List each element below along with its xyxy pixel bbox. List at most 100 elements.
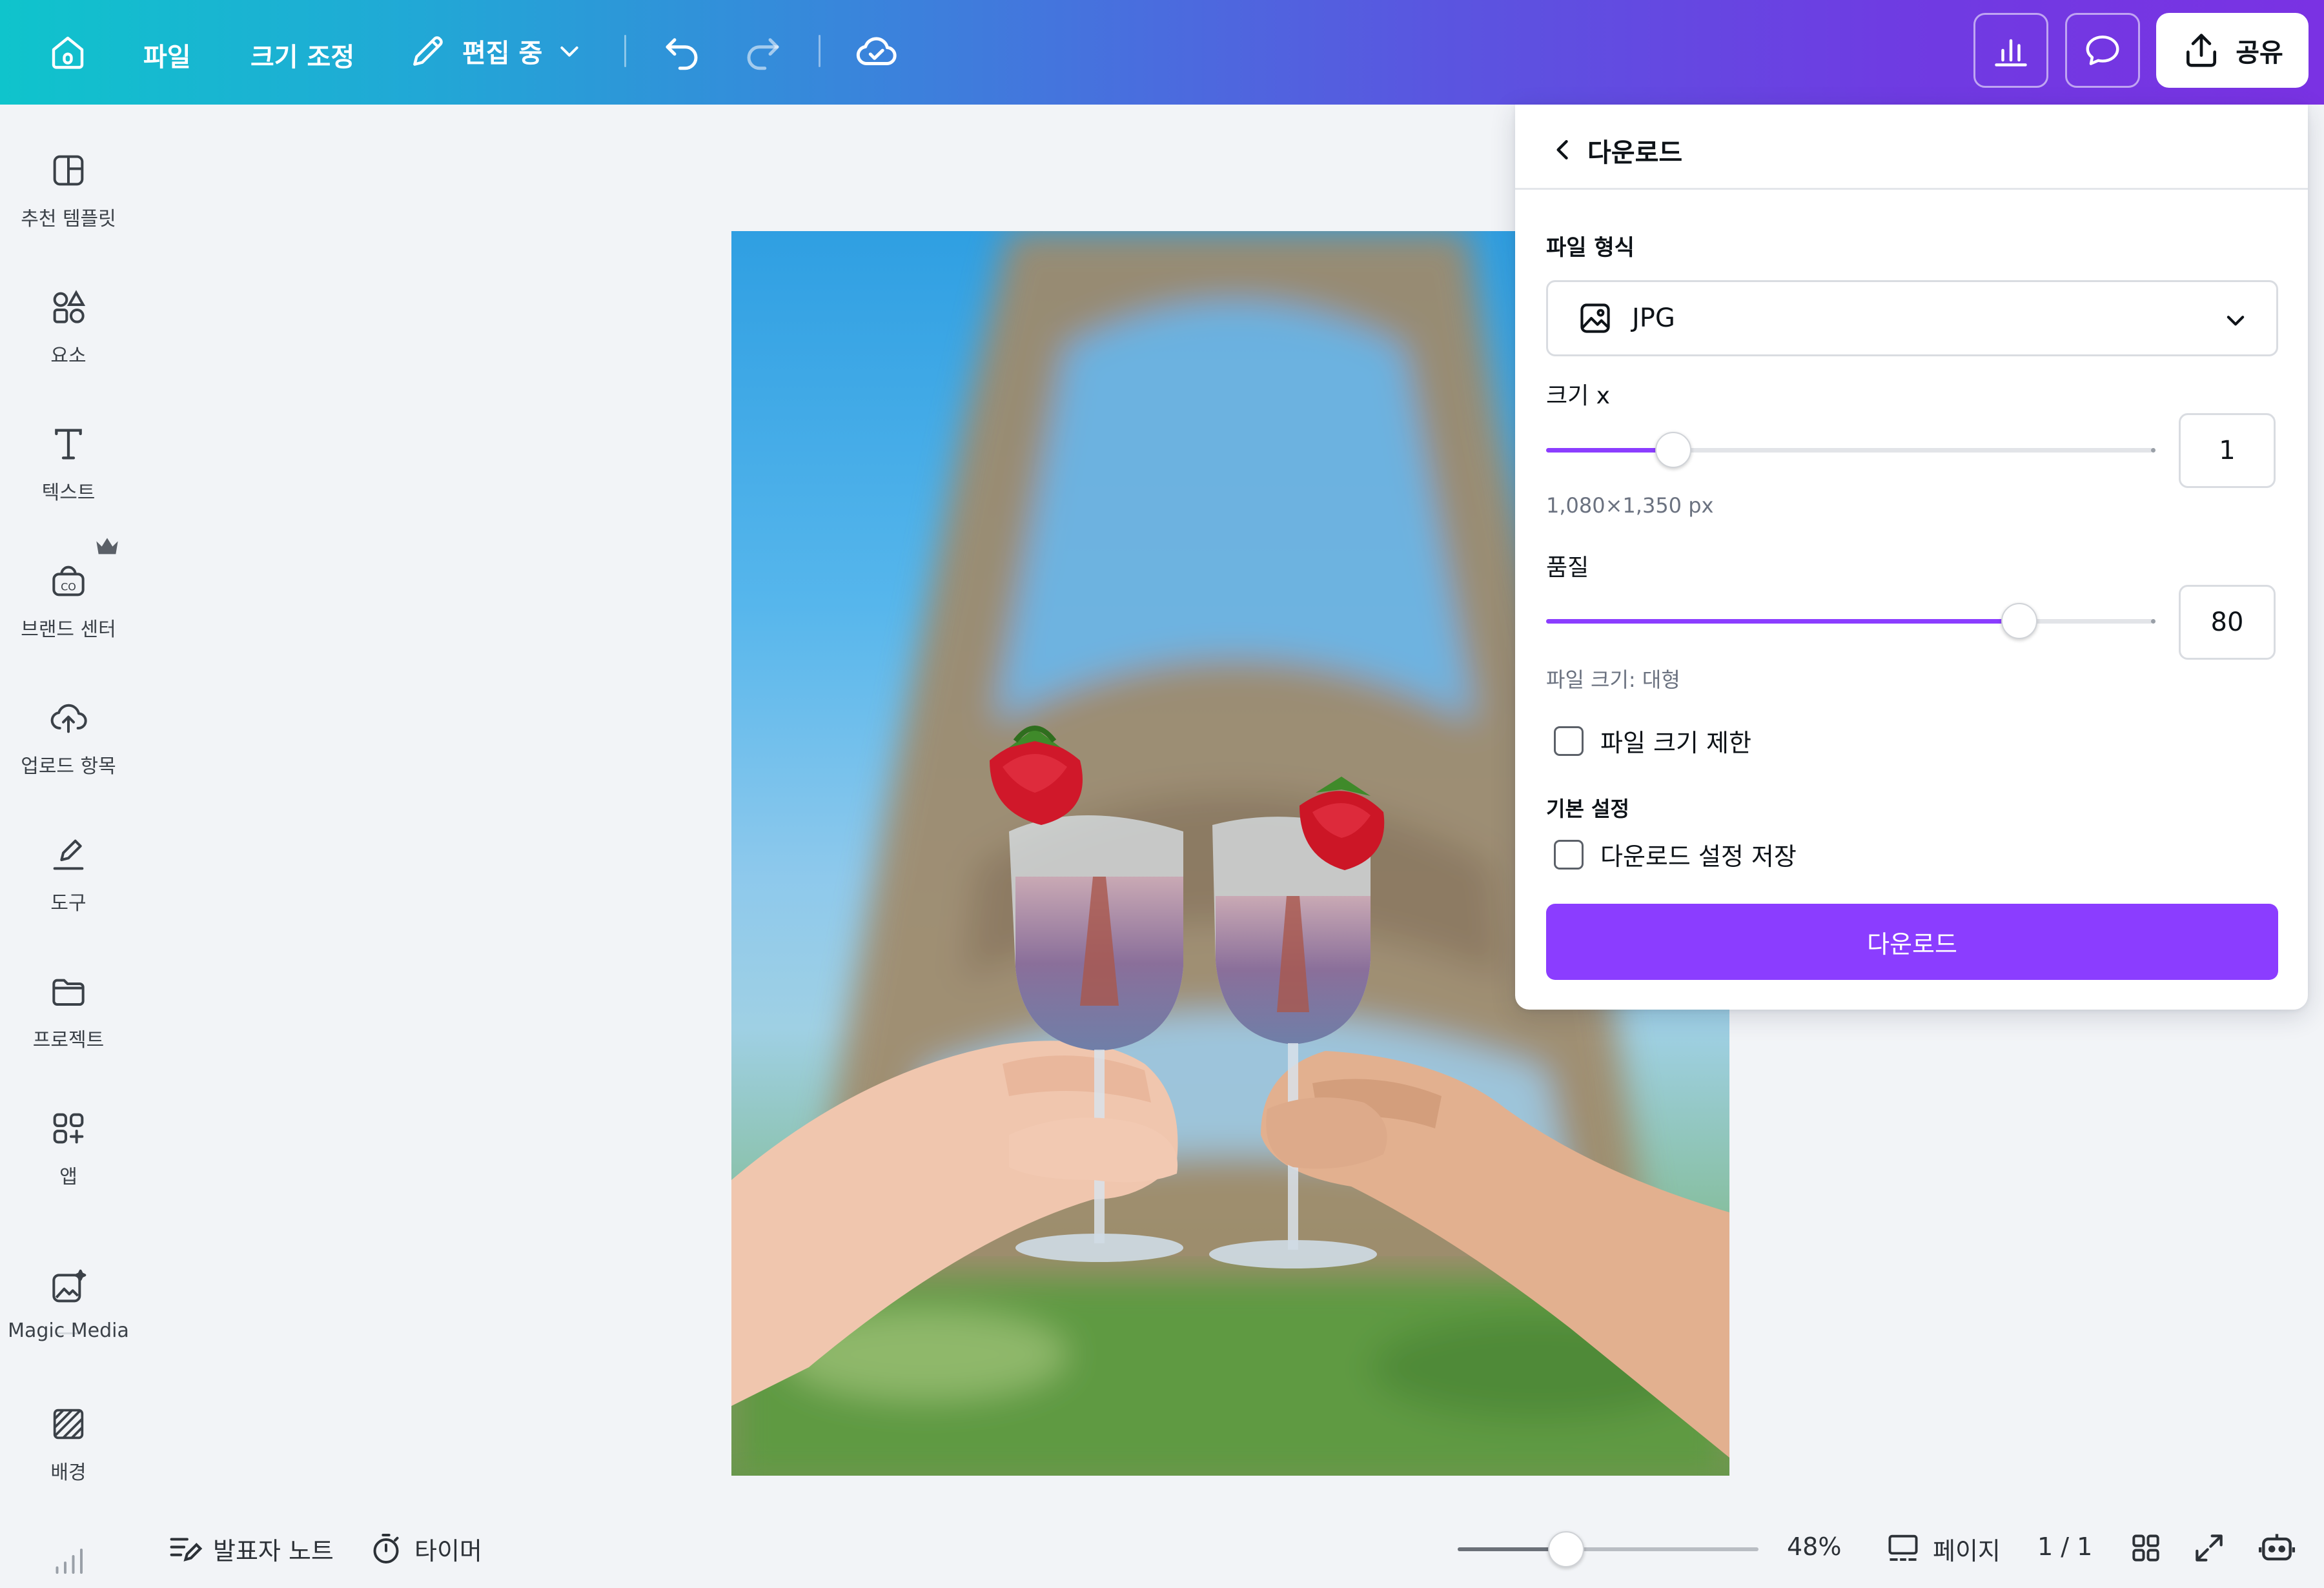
sidebar-item-label: 브랜드 센터 <box>21 618 116 641</box>
sidebar-item-label: Magic Media <box>8 1319 129 1342</box>
zoom-percent-button[interactable]: 48% <box>1787 1532 1841 1561</box>
redo-icon <box>747 38 779 70</box>
resize-menu-label: 크기 조정 <box>250 43 355 72</box>
size-slider[interactable] <box>1546 431 2156 469</box>
grid-view-button[interactable] <box>2128 1530 2164 1566</box>
size-slider-fill <box>1546 448 1674 453</box>
sidebar-item-elements[interactable]: 요소 <box>0 287 137 368</box>
toolbar-divider <box>624 35 626 67</box>
share-upload-icon <box>2186 34 2217 67</box>
file-menu-label: 파일 <box>143 43 191 72</box>
redo-button[interactable] <box>741 31 785 74</box>
comments-button[interactable] <box>2065 13 2140 88</box>
cloud-save-status[interactable] <box>853 30 899 75</box>
editing-mode-label: 편집 중 <box>462 39 543 68</box>
editing-mode-dropdown[interactable]: 편집 중 <box>408 31 582 71</box>
pencil-icon <box>413 36 443 66</box>
zoom-percent-value: 48% <box>1787 1532 1842 1561</box>
limit-file-size-option[interactable]: 파일 크기 제한 <box>1554 723 1751 758</box>
quality-label: 품질 <box>1546 555 1589 581</box>
fullscreen-button[interactable] <box>2191 1530 2227 1566</box>
sidebar-item-background[interactable]: 배경 <box>0 1403 137 1485</box>
panel-header: 다운로드 <box>1515 105 2308 190</box>
file-size-text: 파일 크기: 대형 <box>1546 667 1680 692</box>
dimensions-text: 1,080×1,350 px <box>1546 493 1714 518</box>
expand-icon <box>2196 1534 2223 1562</box>
toolbar-divider <box>819 35 821 67</box>
timer-button[interactable]: 타이머 <box>368 1530 482 1567</box>
home-button[interactable] <box>46 31 89 74</box>
defaults-heading: 기본 설정 <box>1546 797 1629 821</box>
sidebar-item-label: 텍스트 <box>41 482 96 504</box>
sidebar-item-label: 업로드 항목 <box>21 755 116 778</box>
save-settings-checkbox[interactable] <box>1554 839 1584 870</box>
page-count-value: 1 / 1 <box>2037 1532 2093 1561</box>
sidebar-item-label: 배경 <box>50 1461 87 1484</box>
cloud-check-icon <box>856 37 897 65</box>
sidebar-item-label: 앱 <box>59 1166 77 1188</box>
resize-menu[interactable]: 크기 조정 <box>250 36 354 74</box>
undo-button[interactable] <box>660 31 704 74</box>
image-icon <box>1580 303 1610 333</box>
sidebar-item-label: 추천 템플릿 <box>21 208 116 230</box>
panel-title: 다운로드 <box>1587 138 1683 168</box>
zoom-slider-handle[interactable] <box>1547 1531 1584 1567</box>
share-button[interactable]: 공유 <box>2156 13 2309 88</box>
quality-slider[interactable] <box>1546 602 2156 640</box>
file-menu[interactable]: 파일 <box>143 36 191 74</box>
template-icon <box>53 155 84 186</box>
size-input[interactable]: 1 <box>2179 413 2276 488</box>
sidebar-item-projects[interactable]: 프로젝트 <box>0 971 137 1052</box>
pages-button[interactable]: 페이지 <box>1884 1530 2001 1567</box>
chevron-down-icon <box>2227 316 2245 326</box>
presenter-notes-button[interactable]: 발표자 노트 <box>165 1530 334 1567</box>
brand-icon: CO <box>52 565 85 596</box>
elements-icon <box>53 290 86 323</box>
zoom-slider[interactable] <box>1458 1530 1758 1569</box>
download-button[interactable]: 다운로드 <box>1546 904 2278 980</box>
sidebar-item-uploads[interactable]: 업로드 항목 <box>0 697 137 779</box>
file-type-select[interactable]: JPG <box>1546 280 2278 356</box>
text-icon <box>55 429 82 460</box>
insights-button[interactable] <box>1973 13 2048 88</box>
magic-media-icon <box>52 1269 87 1303</box>
sidebar-item-tools[interactable]: 도구 <box>0 834 137 915</box>
size-label: 크기 x <box>1546 383 1610 409</box>
crown-icon <box>96 538 118 555</box>
sidebar-item-templates[interactable]: 추천 템플릿 <box>0 150 137 231</box>
sidebar-item-magic-media[interactable]: Magic Media <box>0 1267 137 1342</box>
quality-slider-fill <box>1546 619 2020 624</box>
timer-icon <box>373 1534 399 1563</box>
quality-slider-handle[interactable] <box>2001 603 2038 639</box>
apps-icon <box>53 1113 84 1144</box>
save-settings-label: 다운로드 설정 저장 <box>1600 842 1797 871</box>
share-button-label: 공유 <box>2236 38 2283 68</box>
svg-text:CO: CO <box>61 581 76 593</box>
more-tools-icon[interactable] <box>49 1543 88 1576</box>
quality-input[interactable]: 80 <box>2179 585 2276 660</box>
assistant-bot-icon <box>2258 1534 2296 1561</box>
save-settings-option[interactable]: 다운로드 설정 저장 <box>1554 837 1797 872</box>
background-icon <box>53 1409 84 1440</box>
page-counter: 1 / 1 <box>2037 1532 2092 1561</box>
chevron-down-icon <box>560 46 578 57</box>
back-arrow-icon[interactable] <box>1549 136 1577 164</box>
sidebar-item-text[interactable]: 텍스트 <box>0 423 137 505</box>
file-type-label: 파일 형식 <box>1546 235 1635 261</box>
assistant-button[interactable] <box>2257 1527 2297 1567</box>
download-panel: 다운로드 파일 형식 JPG 크기 x 1 1,080×1,350 px 품질 … <box>1515 105 2308 1010</box>
top-toolbar: 파일 크기 조정 편집 중 공유 <box>0 0 2324 105</box>
limit-file-size-checkbox[interactable] <box>1554 726 1584 756</box>
size-slider-handle[interactable] <box>1655 432 1692 468</box>
sidebar-item-label: 요소 <box>50 345 87 367</box>
limit-file-size-label: 파일 크기 제한 <box>1600 729 1751 757</box>
draw-icon <box>53 839 84 870</box>
presenter-notes-label: 발표자 노트 <box>213 1536 334 1565</box>
sidebar-item-apps[interactable]: 앱 <box>0 1108 137 1189</box>
sidebar-item-label: 프로젝트 <box>32 1029 105 1052</box>
bar-chart-icon <box>1995 39 2027 66</box>
notes-icon <box>170 1538 203 1562</box>
sidebar-item-brand[interactable]: CO 브랜드 센터 <box>0 560 137 642</box>
undo-icon <box>666 38 698 70</box>
timer-label: 타이머 <box>414 1536 482 1565</box>
